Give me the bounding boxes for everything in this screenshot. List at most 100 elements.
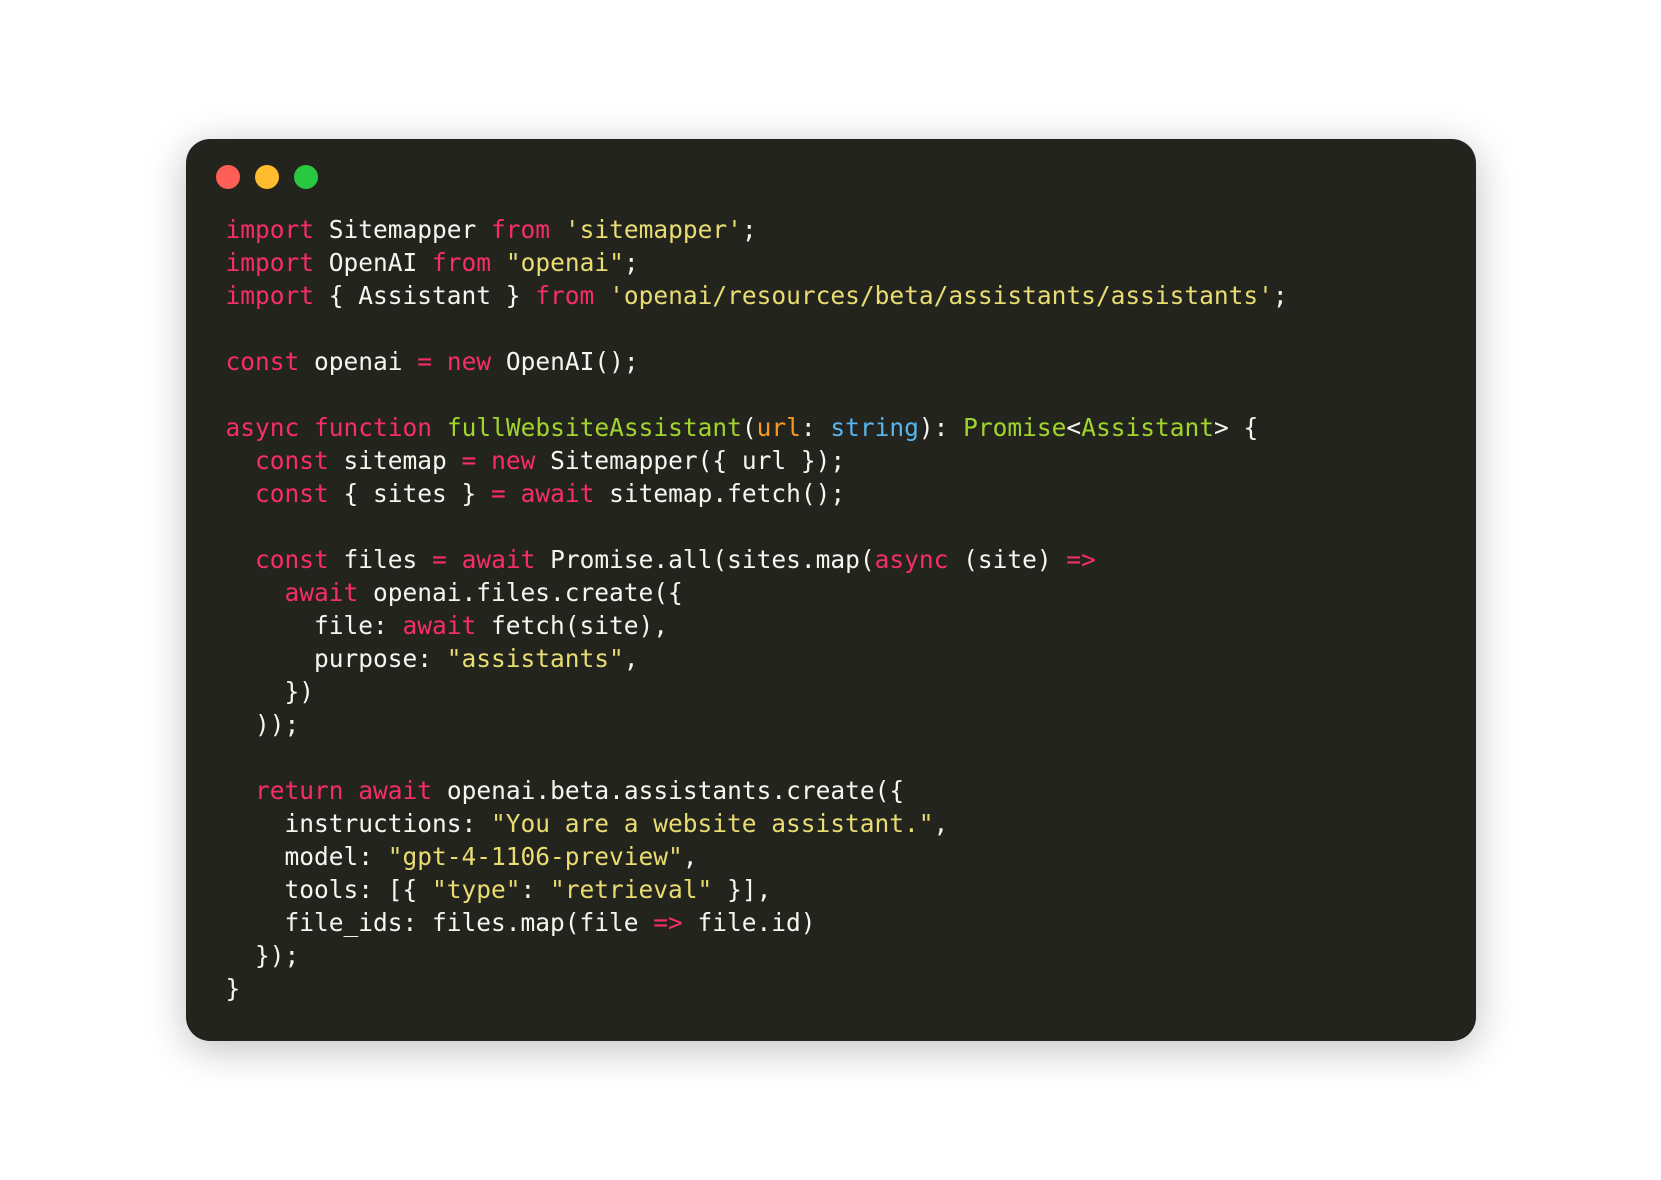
code-token: ; (1273, 281, 1288, 310)
code-token-kw: = (417, 347, 432, 376)
code-token: tools: [{ (226, 875, 433, 904)
code-token-kw: = (432, 545, 447, 574)
code-token-str: "retrieval" (550, 875, 712, 904)
code-token: )); (226, 710, 300, 739)
code-token: sitemap.fetch(); (594, 479, 845, 508)
traffic-close-icon[interactable] (216, 165, 240, 189)
code-token: > { (1214, 413, 1258, 442)
code-token-kw: = (462, 446, 477, 475)
code-token: ): (919, 413, 963, 442)
code-token (491, 248, 506, 277)
code-token-kw: import (226, 248, 315, 277)
code-token: Sitemapper({ url }); (535, 446, 845, 475)
code-token (226, 578, 285, 607)
code-token: < (1066, 413, 1081, 442)
code-token-kw: async (226, 413, 300, 442)
code-token: Promise.all(sites.map( (535, 545, 874, 574)
code-token-fn: fullWebsiteAssistant (447, 413, 742, 442)
code-token-kw: await (403, 611, 477, 640)
code-token: file.id) (683, 908, 816, 937)
code-token: } (226, 974, 241, 1003)
code-token-kw: import (226, 281, 315, 310)
code-token-fn: Assistant (1081, 413, 1214, 442)
code-editor[interactable]: import Sitemapper from 'sitemapper'; imp… (186, 203, 1476, 1015)
code-token (226, 545, 256, 574)
code-token-kw: from (535, 281, 594, 310)
code-token: openai.beta.assistants.create({ (432, 776, 904, 805)
code-token: openai.files.create({ (358, 578, 683, 607)
code-token: OpenAI(); (491, 347, 639, 376)
traffic-zoom-icon[interactable] (294, 165, 318, 189)
code-token: ; (742, 215, 757, 244)
code-token: { Assistant } (314, 281, 535, 310)
code-token (226, 446, 256, 475)
code-token: file: (226, 611, 403, 640)
code-token (476, 446, 491, 475)
code-token (226, 479, 256, 508)
code-token-str: "type" (432, 875, 521, 904)
code-token-param: url (757, 413, 801, 442)
code-token-kw: const (226, 347, 300, 376)
code-token: fetch(site), (476, 611, 668, 640)
code-token (299, 413, 314, 442)
code-token-kw: await (285, 578, 359, 607)
traffic-minimize-icon[interactable] (255, 165, 279, 189)
code-token-kw: => (1066, 545, 1096, 574)
code-token: Sitemapper (314, 215, 491, 244)
code-token (344, 776, 359, 805)
code-token: , (934, 809, 949, 838)
code-token: }], (712, 875, 771, 904)
code-token: : (521, 875, 551, 904)
code-token-kw: = (491, 479, 506, 508)
window-titlebar (186, 139, 1476, 203)
code-token: instructions: (226, 809, 492, 838)
code-window: import Sitemapper from 'sitemapper'; imp… (186, 139, 1476, 1041)
code-token: OpenAI (314, 248, 432, 277)
code-token-kw: await (358, 776, 432, 805)
code-token (550, 215, 565, 244)
code-token: files (329, 545, 432, 574)
code-token-type: string (830, 413, 919, 442)
code-token-kw: const (255, 545, 329, 574)
code-token-kw: import (226, 215, 315, 244)
code-token: ( (742, 413, 757, 442)
code-token-str: 'openai/resources/beta/assistants/assist… (609, 281, 1273, 310)
code-token-kw: const (255, 479, 329, 508)
code-token-str: "You are a website assistant." (491, 809, 934, 838)
code-token-kw: await (521, 479, 595, 508)
code-token-kw: from (491, 215, 550, 244)
code-token-str: "openai" (506, 248, 624, 277)
code-token: file_ids: files.map(file (226, 908, 654, 937)
code-token (432, 347, 447, 376)
code-token-kw: new (491, 446, 535, 475)
code-token: , (624, 644, 639, 673)
code-token: { sites } (329, 479, 491, 508)
code-token-kw: function (314, 413, 432, 442)
code-token: purpose: (226, 644, 447, 673)
code-token: }) (226, 677, 315, 706)
code-token (447, 545, 462, 574)
code-token-kw: from (432, 248, 491, 277)
code-token: model: (226, 842, 388, 871)
code-token: (site) (948, 545, 1066, 574)
code-token (594, 281, 609, 310)
code-token: : (801, 413, 831, 442)
code-token-str: "gpt-4-1106-preview" (388, 842, 683, 871)
code-token (432, 413, 447, 442)
code-token-str: 'sitemapper' (565, 215, 742, 244)
code-token-kw: await (462, 545, 536, 574)
code-token-kw: => (653, 908, 683, 937)
code-token-fn: Promise (963, 413, 1066, 442)
code-token: }); (226, 941, 300, 970)
code-token (226, 776, 256, 805)
code-token: , (683, 842, 698, 871)
code-token: sitemap (329, 446, 462, 475)
code-token: ; (624, 248, 639, 277)
code-token (506, 479, 521, 508)
code-token: openai (299, 347, 417, 376)
code-token-kw: return (255, 776, 344, 805)
code-token-kw: const (255, 446, 329, 475)
code-token-kw: async (875, 545, 949, 574)
code-token-str: "assistants" (447, 644, 624, 673)
code-token-kw: new (447, 347, 491, 376)
